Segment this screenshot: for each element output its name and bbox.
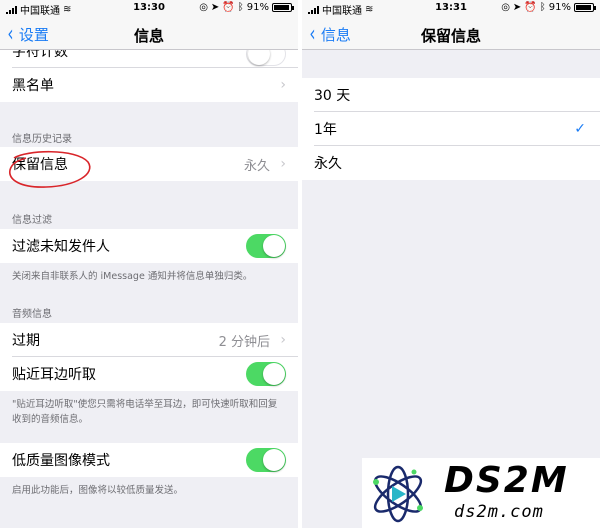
battery-icon	[272, 3, 294, 12]
bluetooth-icon: ᛒ	[237, 2, 244, 13]
keep-messages-label: 保留信息	[12, 157, 68, 173]
low-quality-footer: 启用此功能后，图像将以较低质量发送。	[12, 485, 184, 496]
battery-icon	[574, 3, 596, 12]
filter-unknown-toggle[interactable]	[246, 234, 286, 258]
audio-header: 音频信息	[12, 309, 52, 320]
low-quality-row: 低质量图像模式	[0, 443, 298, 477]
low-quality-label: 低质量图像模式	[12, 453, 110, 469]
toggle-knob	[263, 235, 285, 257]
watermark: DS2M ds2m.com	[362, 458, 600, 528]
watermark-subtitle: ds2m.com	[454, 502, 544, 522]
location-icon: ➤	[210, 2, 220, 13]
atom-logo-icon	[373, 465, 423, 523]
filter-unknown-label: 过滤未知发件人	[12, 239, 110, 255]
filter-header: 信息过滤	[12, 215, 52, 226]
watermark-title: DS2M	[444, 460, 569, 501]
nav-bar: ‹ 信息 保留信息	[302, 16, 600, 50]
retention-option-forever[interactable]: 永久	[302, 146, 600, 180]
char-count-label: 字符计数	[12, 50, 68, 60]
raise-to-listen-row: 贴近耳边听取	[0, 357, 298, 391]
alarm-icon: ⏰	[524, 2, 537, 13]
blacklist-row[interactable]: 黑名单 ›	[0, 68, 298, 102]
right-screen: 中国联通 ≋ 13:31 ◎ ➤ ⏰ ᛒ 91% ‹ 信息 保留信息 30 天 …	[302, 0, 600, 528]
alarm-icon: ⏰	[222, 2, 235, 13]
battery-percent: 91%	[548, 2, 571, 13]
audio-footer: "贴近耳边听取"使您只需将电话举至耳边，即可快速听取和回复收到的音频信息。	[12, 399, 278, 425]
page-title: 保留信息	[420, 27, 481, 45]
history-header: 信息历史记录	[12, 134, 72, 145]
option-label: 永久	[314, 156, 342, 172]
option-label: 1年	[314, 122, 337, 138]
chevron-right-icon: ›	[280, 156, 286, 172]
filter-unknown-row: 过滤未知发件人	[0, 229, 298, 263]
bluetooth-icon: ᛒ	[539, 2, 546, 13]
page-title: 信息	[133, 27, 164, 45]
toggle-knob	[248, 50, 270, 65]
audio-expire-value: 2 分钟后	[218, 334, 270, 350]
status-bar: 中国联通 ≋ 13:31 ◎ ➤ ⏰ ᛒ 91%	[302, 0, 600, 17]
lock-rotation-icon: ◎	[199, 2, 208, 13]
keep-messages-row[interactable]: 保留信息 永久 ›	[0, 147, 298, 181]
status-bar: 中国联通 ≋ 13:30 ◎ ➤ ⏰ ᛒ 91%	[0, 0, 298, 17]
char-count-row[interactable]: 字符计数	[0, 50, 298, 68]
audio-expire-row[interactable]: 过期 2 分钟后 ›	[0, 323, 298, 357]
toggle-knob	[263, 363, 285, 385]
nav-bar: ‹ 设置 信息	[0, 16, 298, 50]
blacklist-label: 黑名单	[12, 78, 54, 94]
filter-footer: 关闭来自非联系人的 iMessage 通知并将信息单独归类。	[12, 271, 253, 282]
left-screen: 中国联通 ≋ 13:30 ◎ ➤ ⏰ ᛒ 91% ‹ 设置 信息 字符计数 黑名…	[0, 0, 298, 528]
low-quality-toggle[interactable]	[246, 448, 286, 472]
checkmark-icon: ✓	[574, 121, 586, 137]
location-icon: ➤	[512, 2, 522, 13]
retention-option-1-year[interactable]: 1年 ✓	[302, 112, 600, 146]
battery-percent: 91%	[246, 2, 269, 13]
option-label: 30 天	[314, 88, 351, 104]
audio-expire-label: 过期	[12, 333, 40, 349]
chevron-right-icon: ›	[280, 77, 286, 93]
lock-rotation-icon: ◎	[501, 2, 510, 13]
raise-to-listen-toggle[interactable]	[246, 362, 286, 386]
retention-option-30-days[interactable]: 30 天	[302, 78, 600, 112]
toggle-knob	[263, 449, 285, 471]
keep-messages-value: 永久	[243, 158, 270, 174]
chevron-right-icon: ›	[280, 332, 286, 348]
raise-to-listen-label: 贴近耳边听取	[12, 367, 96, 383]
char-count-toggle[interactable]	[246, 50, 286, 66]
